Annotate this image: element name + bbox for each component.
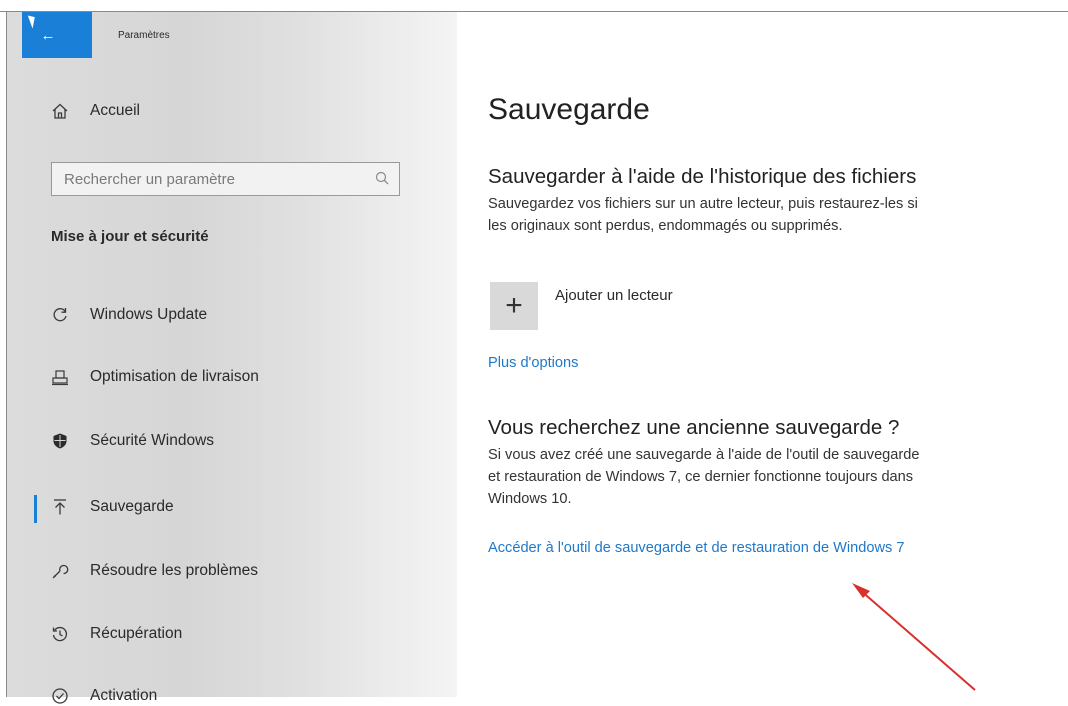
annotation-arrow bbox=[852, 583, 976, 691]
